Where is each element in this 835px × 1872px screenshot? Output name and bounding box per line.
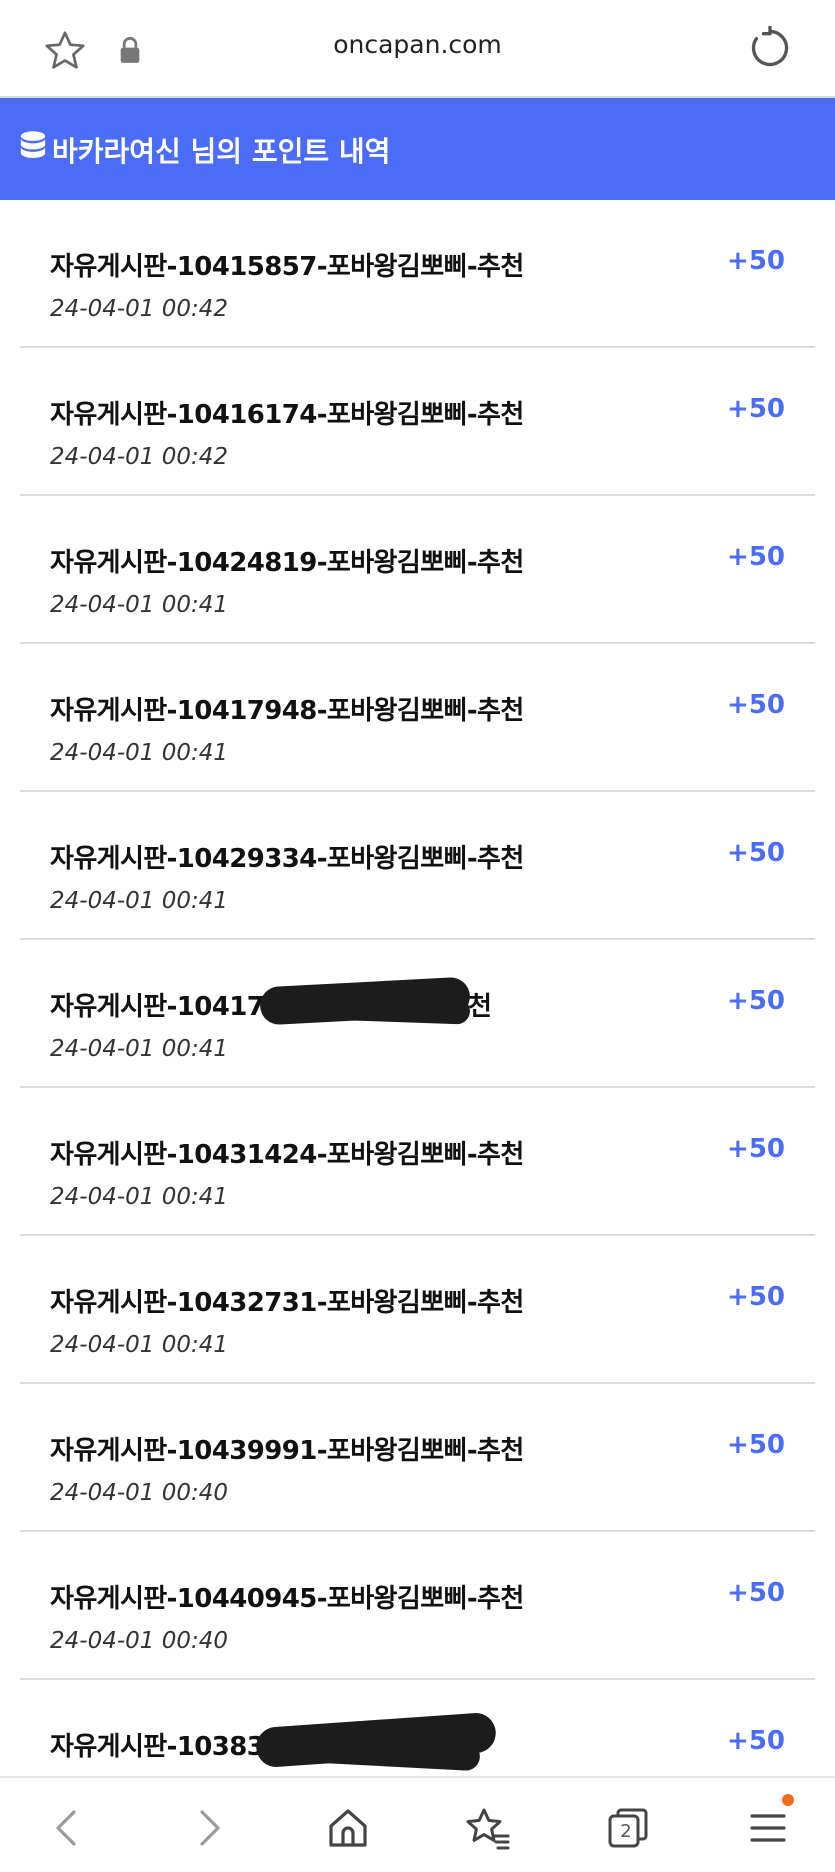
- reload-icon[interactable]: [748, 26, 792, 70]
- page-title: 바카라여신 님의 포인트 내역: [52, 135, 391, 168]
- list-item[interactable]: 자유게시판-10432731-포바왕김뽀삐-추천 24-04-01 00:41 …: [20, 1236, 815, 1384]
- entry-points: +50: [727, 690, 785, 720]
- entry-title: 자유게시판-10440945-포바왕김뽀삐-추천: [50, 1584, 524, 1614]
- list-item[interactable]: 자유게시판-10416174-포바왕김뽀삐-추천 24-04-01 00:42 …: [20, 348, 815, 496]
- tab-count: 2: [620, 1820, 632, 1842]
- back-button[interactable]: [40, 1800, 96, 1856]
- entry-title: 자유게시판-10417948-포바왕김뽀삐-추천: [50, 696, 524, 726]
- list-item[interactable]: 자유게시판-1041794 천 24-04-01 00:41 +50: [20, 940, 815, 1088]
- home-button[interactable]: [320, 1800, 376, 1856]
- entry-points: +50: [727, 1282, 785, 1312]
- entry-points: +50: [727, 986, 785, 1016]
- entry-points: +50: [727, 394, 785, 424]
- entry-points: +50: [727, 246, 785, 276]
- forward-button[interactable]: [180, 1800, 236, 1856]
- menu-icon: [750, 1814, 786, 1842]
- entry-title: 자유게시판-10432731-포바왕김뽀삐-추천: [50, 1288, 524, 1318]
- list-item[interactable]: 자유게시판-10439991-포바왕김뽀삐-추천 24-04-01 00:40 …: [20, 1384, 815, 1532]
- redaction-scribble: [319, 993, 471, 1025]
- address-bar: oncapan.com: [0, 0, 835, 98]
- entry-title: 자유게시판-103833: [50, 1732, 282, 1762]
- entry-date: 24-04-01 00:40: [50, 1480, 228, 1506]
- entry-points: +50: [727, 1726, 785, 1756]
- entry-date: 24-04-01 00:42: [50, 444, 228, 470]
- tabs-button[interactable]: 2: [600, 1800, 656, 1856]
- entry-title: 자유게시판-10429334-포바왕김뽀삐-추천: [50, 844, 524, 874]
- entry-date: 24-04-01 00:41: [50, 1036, 228, 1062]
- entry-points: +50: [727, 542, 785, 572]
- list-item[interactable]: 자유게시판-10424819-포바왕김뽀삐-추천 24-04-01 00:41 …: [20, 496, 815, 644]
- entry-points: +50: [727, 838, 785, 868]
- entry-date: 24-04-01 00:41: [50, 740, 228, 766]
- entry-date: 24-04-01 00:41: [50, 1184, 228, 1210]
- menu-button[interactable]: [740, 1800, 796, 1856]
- entry-date: 24-04-01 00:40: [50, 1628, 228, 1654]
- entry-title: 자유게시판-10431424-포바왕김뽀삐-추천: [50, 1140, 524, 1170]
- list-item[interactable]: 자유게시판-10415857-포바왕김뽀삐-추천 24-04-01 00:42 …: [20, 200, 815, 348]
- database-icon: [20, 131, 46, 158]
- entry-date: 24-04-01 00:41: [50, 1332, 228, 1358]
- list-item[interactable]: 자유게시판-10417948-포바왕김뽀삐-추천 24-04-01 00:41 …: [20, 644, 815, 792]
- page-header: 바카라여신 님의 포인트 내역: [0, 98, 835, 200]
- entry-points: +50: [727, 1134, 785, 1164]
- home-icon: [329, 1809, 367, 1847]
- entry-date: 24-04-01 00:42: [50, 296, 228, 322]
- entry-title: 자유게시판-10416174-포바왕김뽀삐-추천: [50, 400, 524, 430]
- list-item[interactable]: 자유게시판-10440945-포바왕김뽀삐-추천 24-04-01 00:40 …: [20, 1532, 815, 1680]
- entry-title: 자유게시판-10415857-포바왕김뽀삐-추천: [50, 252, 524, 282]
- forward-icon: [200, 1810, 220, 1846]
- points-list: 자유게시판-10415857-포바왕김뽀삐-추천 24-04-01 00:42 …: [20, 200, 815, 1828]
- entry-points: +50: [727, 1578, 785, 1608]
- notification-dot: [782, 1794, 794, 1806]
- list-item[interactable]: 자유게시판-10429334-포바왕김뽀삐-추천 24-04-01 00:41 …: [20, 792, 815, 940]
- list-item[interactable]: 자유게시판-10431424-포바왕김뽀삐-추천 24-04-01 00:41 …: [20, 1088, 815, 1236]
- entry-points: +50: [727, 1430, 785, 1460]
- bookmarks-icon: [466, 1808, 510, 1850]
- url-text[interactable]: oncapan.com: [0, 30, 835, 59]
- bookmarks-button[interactable]: [460, 1800, 516, 1856]
- back-icon: [56, 1810, 76, 1846]
- entry-date: 24-04-01 00:41: [50, 592, 228, 618]
- entry-title: 자유게시판-10439991-포바왕김뽀삐-추천: [50, 1436, 524, 1466]
- entry-date: 24-04-01 00:41: [50, 888, 228, 914]
- entry-title-tail: 천: [468, 992, 492, 1022]
- entry-title: 자유게시판-10424819-포바왕김뽀삐-추천: [50, 548, 524, 578]
- bottom-nav: 2: [0, 1776, 835, 1872]
